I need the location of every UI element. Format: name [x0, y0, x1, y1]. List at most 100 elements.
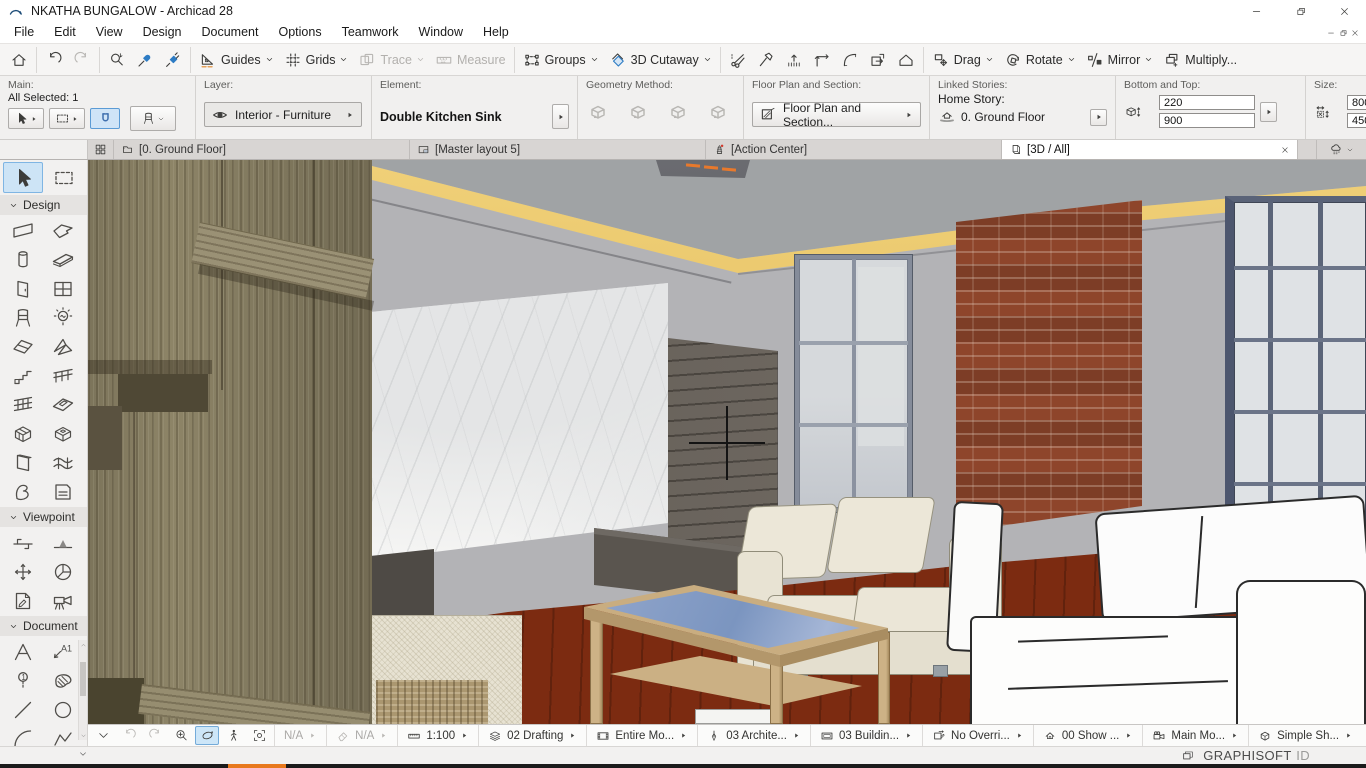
tool-panel[interactable] [3, 448, 43, 477]
tool-lamp[interactable] [43, 303, 83, 332]
split-button[interactable] [724, 48, 752, 72]
marquee-filter-chip[interactable]: Entire Mo... [586, 725, 697, 746]
menu-view[interactable]: View [86, 22, 133, 43]
close-button[interactable] [1322, 0, 1366, 22]
tool-worksheet[interactable] [3, 586, 43, 615]
tool-elevationmk[interactable] [43, 528, 83, 557]
menu-document[interactable]: Document [192, 22, 269, 43]
shelf-unit[interactable] [88, 160, 372, 724]
tool-filltool[interactable] [43, 666, 83, 695]
tool-curtainwall[interactable] [3, 390, 43, 419]
resize-button[interactable] [864, 48, 892, 72]
explore-walk[interactable] [221, 726, 245, 745]
tool-beam[interactable] [43, 245, 83, 274]
tool-morph[interactable] [3, 419, 43, 448]
tab-3d-all[interactable]: [3D / All] [1002, 140, 1298, 159]
graphisoft-id-button[interactable]: GRAPHISOFT ID [1181, 747, 1310, 764]
tool-railing[interactable] [43, 361, 83, 390]
coffee-table[interactable] [584, 578, 896, 724]
tool-intelev[interactable] [3, 557, 43, 586]
tool-window[interactable] [43, 274, 83, 303]
statusbar-collapse[interactable] [91, 726, 115, 745]
scale-chip[interactable]: 1:100 [397, 725, 478, 746]
intersect-button[interactable] [808, 48, 836, 72]
trim-button[interactable] [780, 48, 808, 72]
close-tab-icon[interactable] [1280, 145, 1290, 155]
tool-textool[interactable] [3, 637, 43, 666]
tool-wall[interactable] [3, 216, 43, 245]
cutaway-button[interactable]: 3D Cutaway [604, 48, 717, 72]
inject-parameters-button[interactable] [159, 48, 187, 72]
arrow-tool[interactable] [3, 162, 43, 193]
wicker-basket[interactable] [376, 680, 488, 724]
layer-combination-chip[interactable]: 02 Drafting [478, 725, 586, 746]
fit-in-window[interactable] [247, 726, 271, 745]
tool-chair[interactable] [3, 303, 43, 332]
guides-button[interactable]: Guides [194, 48, 279, 72]
scroll-down-icon[interactable] [79, 730, 87, 740]
pen-set-chip[interactable]: 03 Archite... [697, 725, 810, 746]
default-object-button[interactable] [130, 106, 176, 131]
renovation-filter2-chip[interactable]: 00 Show ... [1033, 725, 1143, 746]
pick-up-parameters-button[interactable] [131, 48, 159, 72]
bottom-offset-input[interactable] [1159, 95, 1255, 110]
tool-column[interactable] [3, 245, 43, 274]
viewport-3d[interactable] [88, 160, 1366, 724]
tool-polytool[interactable] [43, 724, 83, 746]
tool-door[interactable] [3, 274, 43, 303]
multiply-button[interactable]: Multiply... [1158, 48, 1242, 72]
top-offset-input[interactable] [1159, 113, 1255, 128]
graphic-override-chip[interactable]: No Overri... [922, 725, 1033, 746]
tool-stair[interactable] [3, 361, 43, 390]
menu-teamwork[interactable]: Teamwork [332, 22, 409, 43]
glass-partition-window[interactable] [795, 255, 912, 512]
restore-button[interactable] [1278, 0, 1322, 22]
size-width-input[interactable] [1347, 95, 1366, 110]
grids-button[interactable]: Grids [279, 48, 354, 72]
roof-button[interactable] [892, 48, 920, 72]
collapse-chevron-icon[interactable] [78, 749, 88, 759]
menu-window[interactable]: Window [409, 22, 473, 43]
tool-detail[interactable] [43, 557, 83, 586]
tool-drawingtool[interactable]: 1 [3, 666, 43, 695]
element-settings-button[interactable] [552, 104, 569, 129]
groups-button[interactable]: Groups [518, 48, 604, 72]
undo-button[interactable] [40, 48, 68, 72]
layer-field[interactable]: Interior - Furniture [204, 102, 362, 127]
floorplan-display-button[interactable]: Floor Plan and Section... [752, 102, 921, 127]
doc-minimize-icon[interactable] [1326, 28, 1336, 38]
rotate-button[interactable]: Rotate [999, 48, 1081, 72]
fillet-button[interactable] [836, 48, 864, 72]
tool-slab[interactable] [43, 216, 83, 245]
tool-linetool[interactable] [3, 695, 43, 724]
tool-circletool[interactable] [43, 695, 83, 724]
toolbox-section-viewpoint[interactable]: Viewpoint [0, 507, 87, 527]
shading-mode-chip[interactable]: Simple Sh... [1248, 725, 1362, 746]
scroll-up-icon[interactable] [79, 640, 87, 650]
minimize-button[interactable] [1234, 0, 1278, 22]
tool-labeltool[interactable]: A1 [43, 637, 83, 666]
menu-options[interactable]: Options [268, 22, 331, 43]
toolbox-scrollbar[interactable] [78, 640, 87, 740]
tool-roof[interactable] [3, 332, 43, 361]
tool-freeform[interactable] [3, 477, 43, 506]
size-height-input[interactable] [1347, 113, 1366, 128]
quick-options-button[interactable] [88, 140, 114, 159]
tool-zonestamp[interactable] [43, 477, 83, 506]
white-sofa[interactable] [948, 488, 1366, 724]
doc-close-icon[interactable] [1350, 28, 1360, 38]
gravity-magnet-button[interactable] [90, 108, 120, 129]
menu-help[interactable]: Help [473, 22, 519, 43]
toolbox-section-design[interactable]: Design [0, 195, 87, 215]
bottom-top-flyout-button[interactable] [1260, 102, 1277, 122]
menu-design[interactable]: Design [133, 22, 192, 43]
tool-shell[interactable] [43, 332, 83, 361]
marquee-tool[interactable] [45, 162, 85, 193]
adjust-button[interactable] [752, 48, 780, 72]
tab-overflow-button[interactable] [1316, 140, 1366, 159]
tool-arctool[interactable] [3, 724, 43, 746]
tool-opening[interactable] [43, 419, 83, 448]
tab-ground-floor[interactable]: [0. Ground Floor] [114, 140, 410, 159]
mirror-button[interactable]: Mirror [1081, 48, 1159, 72]
camera-chip[interactable]: Main Mo... [1142, 725, 1248, 746]
